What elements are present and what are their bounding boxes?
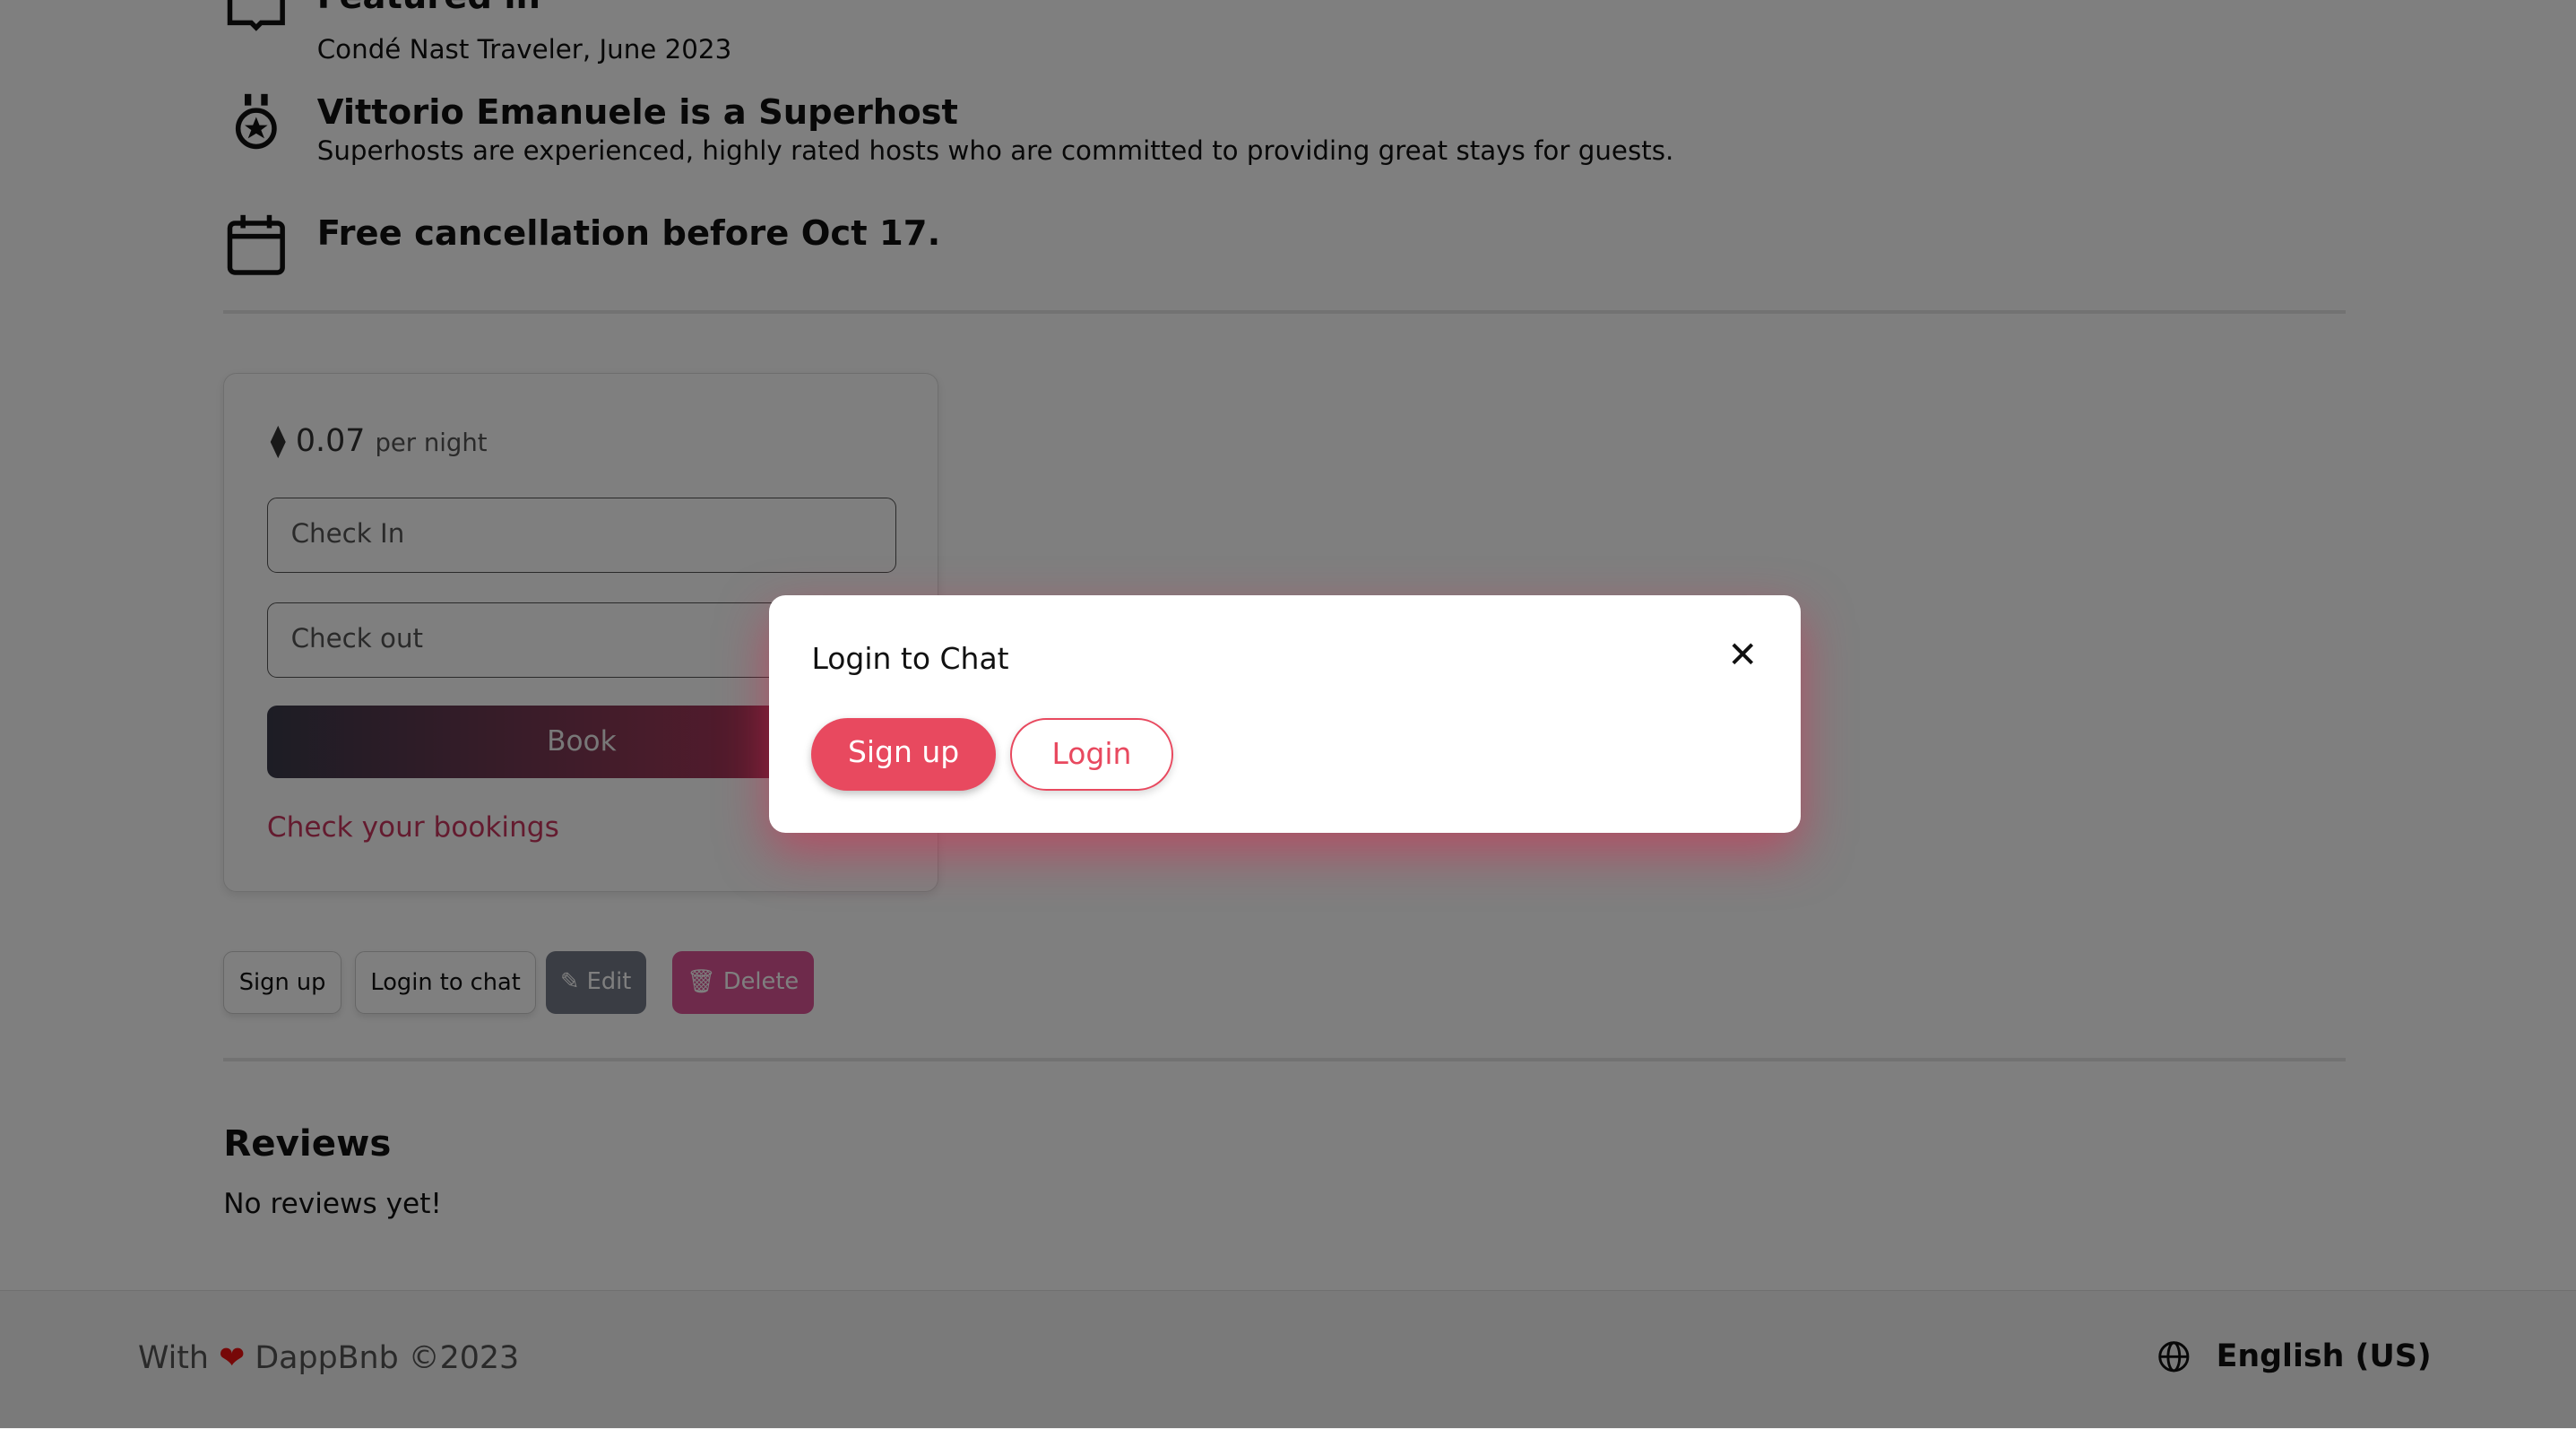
modal-sign-up-button[interactable]: Sign up — [811, 717, 996, 791]
login-to-chat-modal: Login to Chat ✕ Sign up Login — [768, 594, 1801, 834]
close-icon[interactable]: ✕ — [1727, 634, 1758, 676]
modal-login-button[interactable]: Login — [1010, 717, 1173, 791]
modal-title: Login to Chat — [811, 640, 1009, 676]
